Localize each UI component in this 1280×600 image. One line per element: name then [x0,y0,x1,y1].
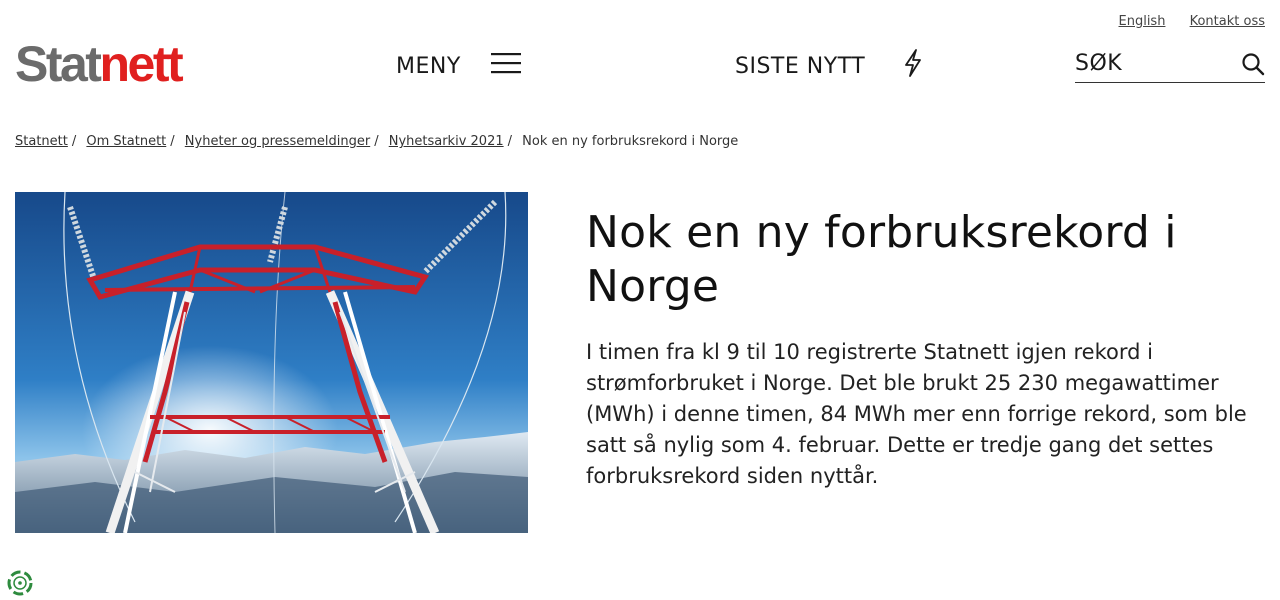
article-title: Nok en ny forbruksrekord i Norge [586,207,1177,312]
logo-part-stat: Stat [15,36,102,92]
hamburger-icon [490,52,521,80]
lightning-icon [903,49,923,83]
menu-button[interactable]: MENY [396,48,521,84]
breadcrumb-link-statnett[interactable]: Statnett [15,134,68,149]
statnett-logo[interactable]: Statnett [15,34,184,94]
latest-news-label: SISTE NYTT [735,53,866,79]
english-link[interactable]: English [1119,14,1166,29]
utility-links: English Kontakt oss [1099,14,1266,29]
search-icon[interactable] [1241,52,1265,80]
breadcrumb: Statnett / Om Statnett / Nyheter og presse… [15,134,738,149]
breadcrumb-separator: / [507,134,512,149]
breadcrumb-separator: / [374,134,379,149]
latest-news-button[interactable]: SISTE NYTT [735,48,923,84]
breadcrumb-link-nyheter[interactable]: Nyheter og pressemeldinger [185,134,370,149]
contact-link[interactable]: Kontakt oss [1190,14,1265,29]
logo-part-nett: nett [99,36,183,92]
breadcrumb-link-nyhetsarkiv[interactable]: Nyhetsarkiv 2021 [389,134,504,149]
breadcrumb-separator: / [71,134,77,149]
search-input[interactable] [1075,46,1225,80]
search-box [1075,46,1265,83]
breadcrumb-separator: / [170,134,175,149]
menu-label: MENY [396,53,461,79]
cookie-consent-icon[interactable] [7,570,33,596]
breadcrumb-link-om-statnett[interactable]: Om Statnett [86,134,166,149]
article-lead: I timen fra kl 9 til 10 registrerte Stat… [586,340,1247,488]
article-hero-image [15,192,528,533]
breadcrumb-current: Nok en ny forbruksrekord i Norge [522,134,739,149]
